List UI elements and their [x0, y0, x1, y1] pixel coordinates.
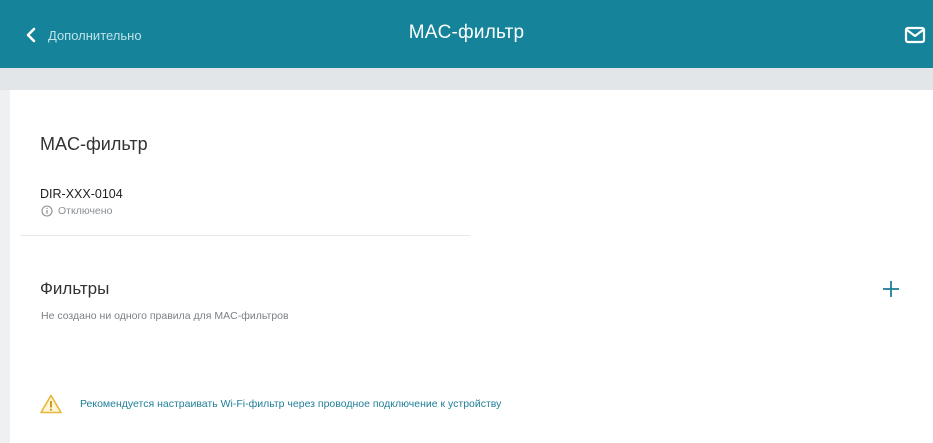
- content-card: MAC-фильтр DIR-XXX-0104 Отключено Фильтр…: [10, 90, 933, 443]
- warning-triangle-icon: [40, 394, 62, 414]
- mac-filter-section-title: MAC-фильтр: [40, 134, 148, 154]
- section-divider: [20, 235, 470, 236]
- network-status: Отключено: [41, 205, 112, 217]
- network-status-text: Отключено: [58, 205, 113, 217]
- wifi-network-name[interactable]: DIR-XXX-0104: [40, 187, 123, 201]
- filters-empty-message: Не создано ни одного правила для MAC-фил…: [41, 310, 289, 322]
- mail-icon[interactable]: [904, 26, 926, 44]
- filters-section-title: Фильтры: [40, 279, 110, 298]
- top-bar: Дополнительно MAC-фильтр: [0, 0, 933, 68]
- header-shadow-strip: [0, 68, 933, 90]
- warning-notice: Рекомендуется настраивать Wi-Fi-фильтр ч…: [40, 394, 501, 414]
- warning-text: Рекомендуется настраивать Wi-Fi-фильтр ч…: [80, 398, 502, 410]
- plus-icon[interactable]: [878, 276, 904, 302]
- page-title: MAC-фильтр: [408, 22, 525, 43]
- info-icon: [41, 205, 53, 217]
